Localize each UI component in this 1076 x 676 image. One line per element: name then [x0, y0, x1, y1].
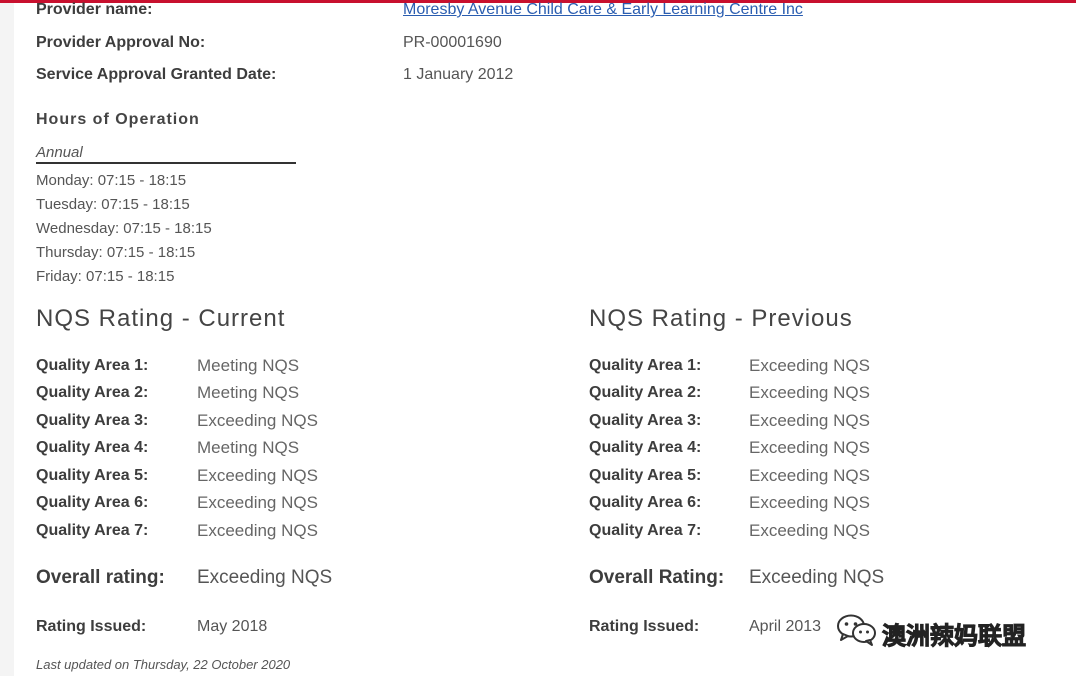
nqs-current-heading: NQS Rating - Current	[36, 305, 286, 332]
previous-quality-area-value: Exceeding NQS	[749, 438, 870, 457]
current-quality-area-label: Quality Area 5:	[36, 467, 149, 484]
current-quality-area-label: Quality Area 7:	[36, 522, 149, 539]
previous-quality-area-value: Exceeding NQS	[749, 356, 870, 375]
hours-day-monday: Monday: 07:15 - 18:15	[36, 172, 187, 189]
approval-granted-label: Service Approval Granted Date:	[36, 66, 277, 83]
previous-quality-area-label: Quality Area 4:	[589, 439, 702, 456]
approval-granted-value: 1 January 2012	[403, 66, 514, 83]
current-quality-area-value: Meeting NQS	[197, 383, 300, 402]
hours-heading: Hours of Operation	[36, 111, 200, 128]
nqs-previous-heading: NQS Rating - Previous	[589, 305, 853, 332]
period-underline	[36, 162, 296, 164]
wechat-icon	[834, 610, 880, 655]
previous-quality-area-label: Quality Area 6:	[589, 494, 702, 511]
previous-quality-area-label: Quality Area 5:	[589, 467, 702, 484]
current-rating-issued-value: May 2018	[197, 618, 268, 635]
hours-day-thursday: Thursday: 07:15 - 18:15	[36, 244, 196, 261]
current-quality-area-value: Exceeding NQS	[197, 493, 318, 512]
previous-quality-area-value: Exceeding NQS	[749, 466, 870, 485]
previous-quality-area-value: Exceeding NQS	[749, 493, 870, 512]
service-details-panel: Provider name: Moresby Avenue Child Care…	[14, 1, 1076, 676]
current-quality-area-value: Exceeding NQS	[197, 411, 318, 430]
previous-overall-label: Overall Rating:	[589, 567, 725, 588]
last-updated-note: Last updated on Thursday, 22 October 202…	[36, 657, 291, 672]
previous-rating-issued-label: Rating Issued:	[589, 618, 700, 635]
hours-day-friday: Friday: 07:15 - 18:15	[36, 268, 175, 285]
previous-quality-area-label: Quality Area 2:	[589, 384, 702, 401]
current-quality-area-label: Quality Area 3:	[36, 412, 149, 429]
current-quality-area-label: Quality Area 4:	[36, 439, 149, 456]
current-overall-value: Exceeding NQS	[197, 567, 333, 588]
previous-overall-value: Exceeding NQS	[749, 567, 885, 588]
previous-quality-area-label: Quality Area 1:	[589, 357, 702, 374]
previous-quality-area-value: Exceeding NQS	[749, 411, 870, 430]
current-quality-area-label: Quality Area 1:	[36, 357, 149, 374]
provider-approval-value: PR-00001690	[403, 34, 502, 51]
current-quality-area-value: Meeting NQS	[197, 438, 300, 457]
provider-name-label: Provider name:	[36, 1, 153, 18]
current-quality-area-label: Quality Area 2:	[36, 384, 149, 401]
previous-quality-area-label: Quality Area 3:	[589, 412, 702, 429]
watermark-text: 澳洲辣妈联盟	[882, 623, 1027, 651]
watermark: 澳洲辣妈联盟	[834, 610, 1046, 651]
hours-period-tab[interactable]: Annual	[36, 144, 83, 161]
hours-day-wednesday: Wednesday: 07:15 - 18:15	[36, 220, 212, 237]
previous-quality-area-value: Exceeding NQS	[749, 521, 870, 540]
provider-name-link[interactable]: Moresby Avenue Child Care & Early Learni…	[403, 1, 803, 19]
current-quality-area-value: Exceeding NQS	[197, 521, 318, 540]
current-rating-issued-label: Rating Issued:	[36, 618, 147, 635]
hours-day-tuesday: Tuesday: 07:15 - 18:15	[36, 196, 190, 213]
provider-approval-label: Provider Approval No:	[36, 34, 206, 51]
current-quality-area-label: Quality Area 6:	[36, 494, 149, 511]
current-overall-label: Overall rating:	[36, 567, 165, 588]
current-quality-area-value: Meeting NQS	[197, 356, 300, 375]
previous-quality-area-value: Exceeding NQS	[749, 383, 870, 402]
current-quality-area-value: Exceeding NQS	[197, 466, 318, 485]
previous-quality-area-label: Quality Area 7:	[589, 522, 702, 539]
previous-rating-issued-value: April 2013	[749, 618, 822, 635]
